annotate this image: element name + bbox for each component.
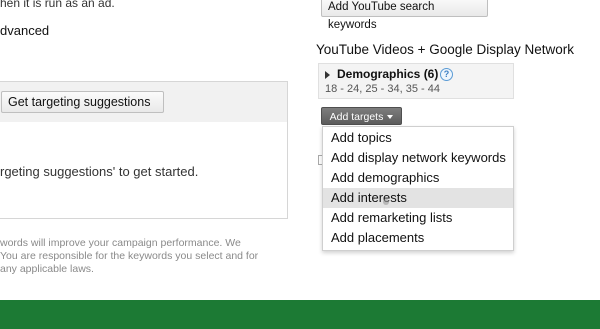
disclaimer-line: words will improve your campaign perform…	[0, 237, 241, 249]
add-targets-dropdown-button[interactable]: Add targets	[321, 107, 402, 125]
expand-triangle-icon[interactable]	[325, 71, 330, 79]
suggestions-hint: rgeting suggestions' to get started.	[0, 164, 199, 179]
help-icon[interactable]: ?	[440, 68, 453, 81]
menu-item-add-display-network-keywords[interactable]: Add display network keywords	[323, 148, 513, 168]
disclaimer-line: any applicable laws.	[0, 263, 94, 275]
add-youtube-search-keywords-button[interactable]: Add YouTube search keywords	[321, 0, 488, 31]
menu-item-add-interests[interactable]: Add interests	[323, 188, 513, 208]
menu-item-add-demographics[interactable]: Add demographics	[323, 168, 513, 188]
menu-item-add-remarketing-lists[interactable]: Add remarketing lists	[323, 208, 513, 228]
network-title: YouTube Videos + Google Display Network	[316, 42, 575, 57]
disclaimer-line: You are responsible for the keywords you…	[0, 250, 259, 262]
chevron-down-icon	[387, 115, 394, 120]
keyword-disclaimer: words will improve your campaign perform…	[0, 237, 285, 276]
mouse-cursor-icon	[383, 199, 389, 205]
advanced-label: dvanced	[0, 23, 50, 38]
ad-description-text: hen it is run as an ad.	[0, 0, 115, 10]
demographics-label[interactable]: Demographics (6)	[337, 67, 438, 81]
add-targets-menu: Add topics Add display network keywords …	[322, 126, 514, 251]
footer-band	[0, 300, 600, 329]
add-targets-label: Add targets	[329, 111, 384, 123]
demographics-values: 18 - 24, 25 - 34, 35 - 44	[325, 83, 440, 95]
menu-item-add-placements[interactable]: Add placements	[323, 228, 513, 248]
menu-item-add-topics[interactable]: Add topics	[323, 128, 513, 148]
get-targeting-suggestions-button[interactable]: Get targeting suggestions	[1, 91, 164, 113]
